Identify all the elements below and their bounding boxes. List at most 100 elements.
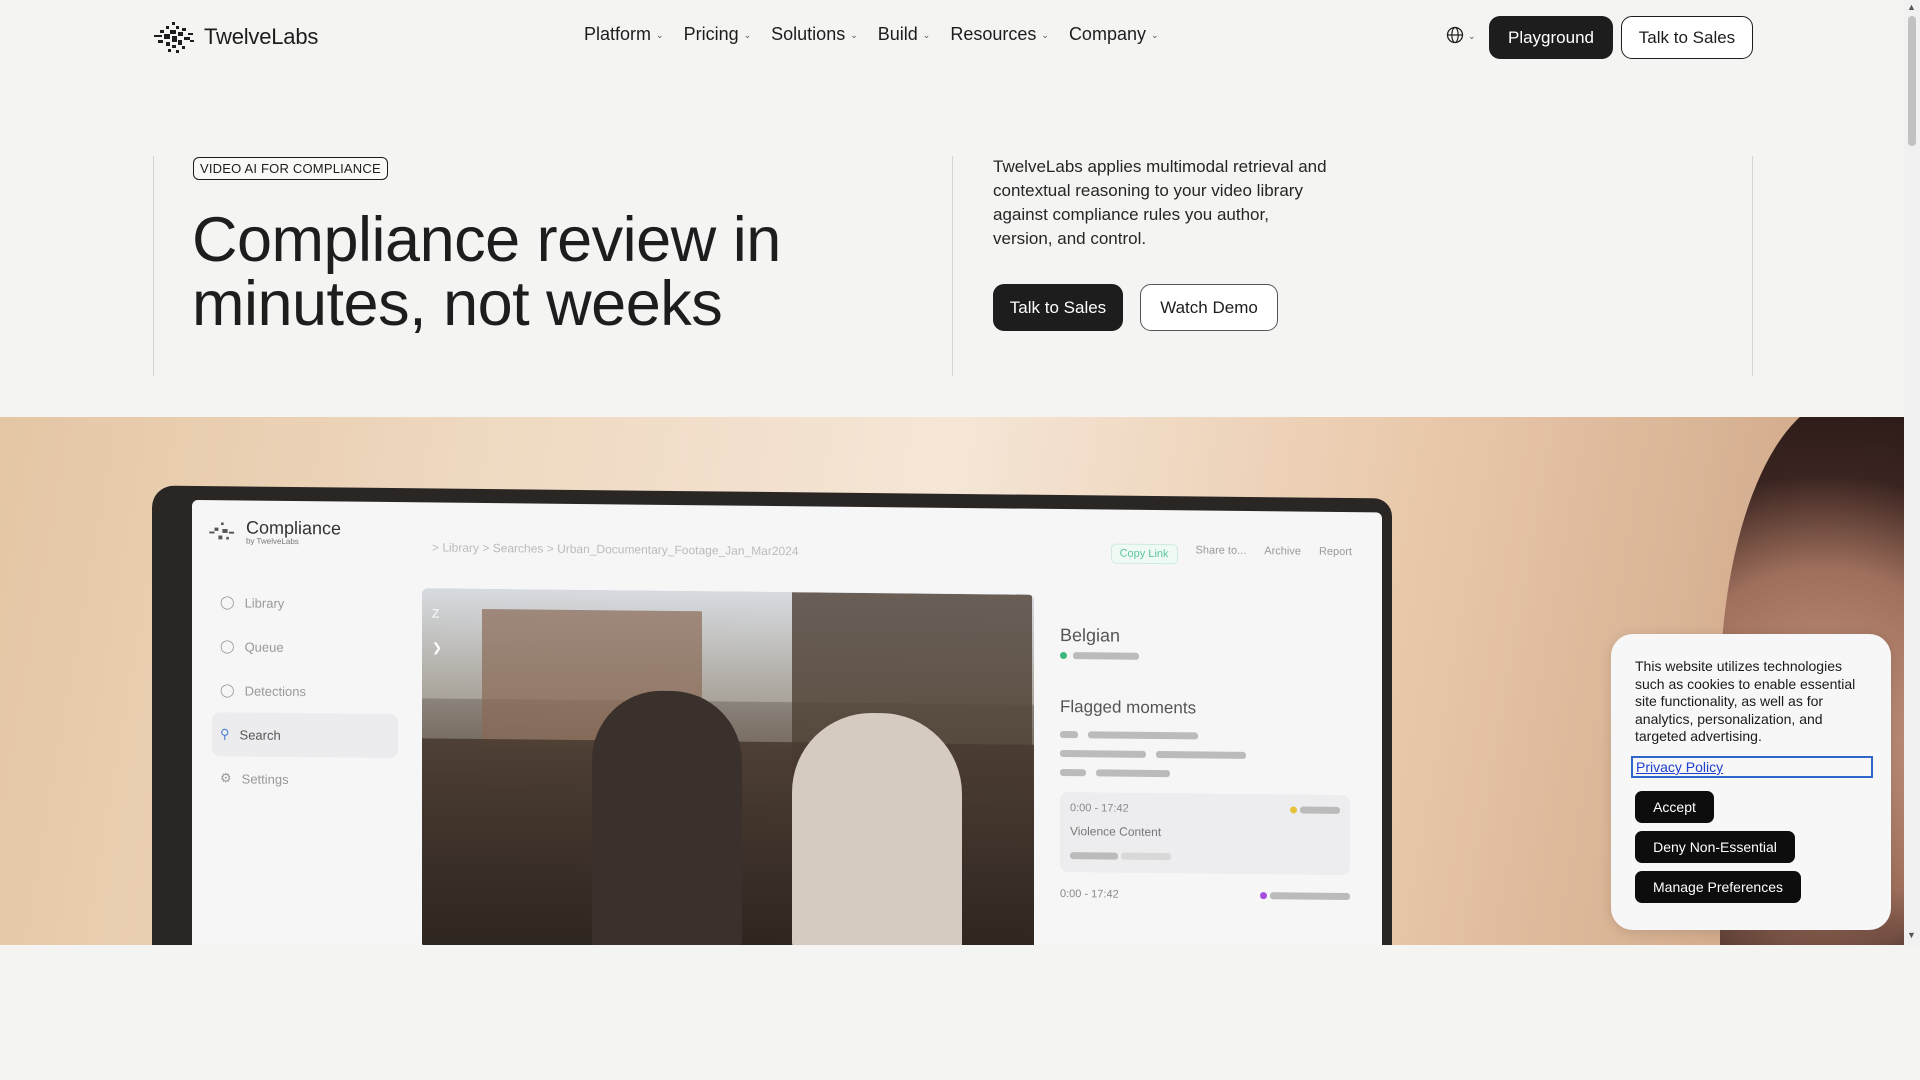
menu-solutions[interactable]: Solutions ⌄ — [771, 24, 858, 45]
cookie-manage-button[interactable]: Manage Preferences — [1635, 871, 1801, 903]
app-sidebar-label: Search — [239, 726, 281, 743]
blurred-text — [1070, 852, 1118, 860]
flagged-title: Flagged moments — [1060, 697, 1197, 718]
app-sidebar-label: Settings — [241, 770, 289, 787]
menu-pricing[interactable]: Pricing ⌄ — [684, 24, 752, 45]
card-timestamp: 0:00 - 17:42 — [1060, 888, 1119, 901]
menu-company[interactable]: Company ⌄ — [1069, 24, 1159, 45]
flag-card-row: 0:00 - 17:42 — [1060, 888, 1350, 903]
blurred-text — [1300, 806, 1340, 814]
app-screen: Compliance by TwelveLabs > Library > Sea… — [192, 499, 1382, 945]
twelvelabs-logo-icon — [154, 22, 194, 53]
main-menu: Platform ⌄ Pricing ⌄ Solutions ⌄ Build ⌄ Res… — [584, 24, 1159, 45]
blurred-tag — [1060, 731, 1078, 739]
share-button: Share to... — [1195, 544, 1247, 557]
detection-panel: Belgian Flagged moments 0:00 - 17:42 Vio… — [1060, 625, 1350, 913]
search-icon: ⚲ — [220, 726, 230, 742]
top-nav: TwelveLabs Platform ⌄ Pricing ⌄ Solutions ⌄… — [0, 0, 1904, 76]
chevron-down-icon: ⌄ — [1468, 30, 1476, 41]
chevron-down-icon: ⌄ — [850, 30, 858, 40]
blurred-tag — [1088, 731, 1198, 740]
cookie-text: This website utilizes technologies such … — [1635, 658, 1856, 744]
status-dot — [1060, 652, 1067, 660]
panel-title: Belgian — [1060, 625, 1121, 646]
twelvelabs-logo-icon — [209, 521, 235, 539]
blurred-text — [1121, 852, 1172, 861]
privacy-policy-link[interactable]: Privacy Policy — [1631, 756, 1873, 778]
panel-status — [1060, 652, 1350, 662]
app-sidebar-label: Queue — [244, 638, 284, 655]
detections-icon: ◯ — [220, 682, 235, 698]
hero-divider-right — [1752, 156, 1753, 376]
video-person — [792, 712, 962, 945]
hero-description: TwelveLabs applies multimodal retrieval … — [993, 157, 1327, 248]
app-sidebar-settings: ⚙ Settings — [212, 756, 398, 802]
app-sidebar-queue: ◯ Queue — [212, 624, 398, 670]
menu-company-label: Company — [1068, 24, 1146, 44]
chevron-down-icon: ⌄ — [922, 30, 931, 40]
chevron-down-icon: ⌄ — [656, 30, 664, 40]
scroll-down-arrow-icon[interactable]: ▼ — [1907, 930, 1916, 940]
menu-solutions-label: Solutions — [771, 24, 846, 44]
monitor-frame: Compliance by TwelveLabs > Library > Sea… — [152, 485, 1392, 945]
app-actions: Copy Link Share to... Archive Report — [1110, 543, 1352, 567]
sleep-icon: Z — [432, 606, 440, 621]
menu-build-label: Build — [877, 24, 918, 44]
copy-link-button: Copy Link — [1110, 543, 1178, 565]
archive-button: Archive — [1264, 545, 1301, 558]
app-logo: Compliance by TwelveLabs — [208, 517, 342, 546]
menu-pricing-label: Pricing — [683, 24, 739, 44]
globe-icon — [1446, 26, 1464, 44]
page-scrollbar[interactable]: ▲ ▼ — [1904, 0, 1920, 945]
brand-name: TwelveLabs — [204, 24, 319, 49]
scrollbar-thumb[interactable] — [1908, 16, 1916, 146]
blurred-tag — [1156, 751, 1246, 759]
app-breadcrumb: > Library > Searches > Urban_Documentary… — [432, 540, 799, 559]
library-icon: ◯ — [220, 594, 235, 610]
flag-tags — [1060, 731, 1350, 779]
video-person — [592, 690, 742, 945]
queue-icon: ◯ — [220, 638, 235, 654]
chevron-down-icon: ⌄ — [1150, 30, 1159, 40]
app-sidebar: ◯ Library ◯ Queue ◯ Detections ⚲ Search ⚙ Set… — [212, 580, 398, 802]
blurred-text — [1073, 652, 1139, 660]
blurred-tag — [1060, 769, 1086, 777]
menu-resources-label: Resources — [950, 24, 1037, 44]
blurred-text — [1270, 892, 1350, 901]
menu-platform-label: Platform — [584, 24, 652, 44]
hero-talk-to-sales-button[interactable]: Talk to Sales — [993, 284, 1123, 331]
language-selector[interactable]: ⌄ — [1446, 26, 1476, 44]
menu-platform[interactable]: Platform ⌄ — [584, 24, 664, 45]
card-label: Violence Content — [1070, 824, 1162, 840]
app-sidebar-label: Detections — [244, 682, 306, 699]
scroll-up-arrow-icon[interactable]: ▲ — [1907, 2, 1916, 12]
app-title: Compliance — [246, 517, 342, 539]
chevron-down-icon: ⌄ — [1041, 30, 1049, 40]
brand-logo[interactable]: TwelveLabs — [152, 20, 318, 54]
expand-icon: ❯ — [432, 640, 443, 655]
severity-dot — [1259, 892, 1267, 900]
app-sidebar-detections: ◯ Detections — [212, 668, 398, 714]
hero-divider-left — [153, 156, 154, 376]
cookie-deny-button[interactable]: Deny Non-Essential — [1635, 831, 1795, 863]
watch-demo-button[interactable]: Watch Demo — [1140, 284, 1278, 331]
app-sidebar-search: ⚲ Search — [212, 712, 398, 759]
app-sidebar-label: Library — [244, 594, 285, 611]
cookie-accept-button[interactable]: Accept — [1635, 791, 1714, 823]
blurred-tag — [1060, 750, 1146, 758]
video-frame: Z ❯ — [422, 588, 1034, 945]
menu-resources[interactable]: Resources ⌄ — [950, 24, 1049, 45]
settings-icon: ⚙ — [220, 770, 232, 786]
card-timestamp: 0:00 - 17:42 — [1070, 802, 1129, 815]
severity-dot — [1289, 806, 1297, 814]
hero-divider-middle — [952, 156, 953, 376]
video-controls: Z ❯ — [432, 596, 442, 664]
nav-talk-to-sales-button[interactable]: Talk to Sales — [1621, 16, 1753, 59]
chevron-down-icon: ⌄ — [743, 30, 752, 40]
menu-build[interactable]: Build ⌄ — [878, 24, 931, 45]
report-button: Report — [1318, 545, 1352, 559]
blurred-tag — [1096, 769, 1170, 778]
hero-headline: Compliance review in minutes, not weeks — [192, 205, 781, 339]
hero-badge: VIDEO AI FOR COMPLIANCE — [193, 157, 388, 180]
playground-button[interactable]: Playground — [1489, 16, 1613, 59]
